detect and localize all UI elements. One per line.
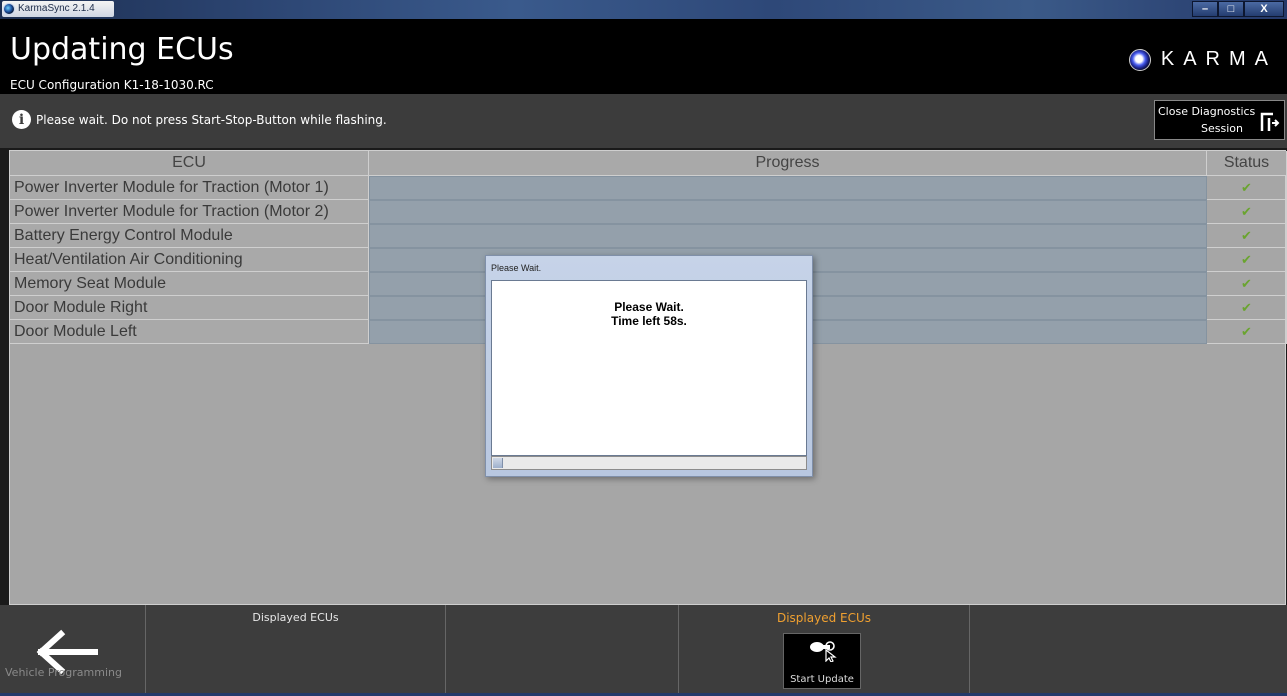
table-header: ECU Progress Status — [10, 151, 1287, 176]
page-title: Updating ECUs — [10, 32, 234, 67]
window-title: KarmaSync 2.1.4 — [18, 3, 95, 14]
status-check-icon: ✔ — [1207, 296, 1287, 320]
karma-logo: KARMA — [1128, 48, 1277, 71]
footer-empty-section — [446, 605, 679, 696]
close-diagnostics-label: Close Diagnostics — [1158, 105, 1256, 118]
app-icon — [3, 3, 15, 15]
footer-empty-section-right — [970, 605, 1287, 696]
please-wait-dialog[interactable]: Please Wait. Please Wait. Time left 58s. — [485, 255, 813, 477]
close-diagnostics-session-label: Session — [1201, 122, 1243, 135]
vehicle-programming-label: Vehicle Programming — [5, 666, 122, 679]
page-header: Updating ECUs ECU Configuration K1-18-10… — [0, 19, 1287, 94]
column-header-progress[interactable]: Progress — [369, 151, 1207, 176]
status-check-icon: ✔ — [1207, 224, 1287, 248]
window-titlebar: KarmaSync 2.1.4 – □ X — [0, 0, 1287, 19]
footer-toolbar: Vehicle Programming Displayed ECUs Displ… — [0, 605, 1287, 696]
maximize-button[interactable]: □ — [1218, 1, 1244, 17]
status-check-icon: ✔ — [1207, 320, 1287, 344]
dialog-progress-bar — [491, 456, 807, 470]
ecu-name: Battery Energy Control Module — [10, 224, 369, 248]
close-button[interactable]: X — [1244, 1, 1284, 17]
close-diagnostics-session-button[interactable]: Close Diagnostics Session — [1154, 100, 1285, 140]
status-check-icon: ✔ — [1207, 248, 1287, 272]
ecu-name: Power Inverter Module for Traction (Moto… — [10, 200, 369, 224]
status-check-icon: ✔ — [1207, 176, 1287, 200]
ecu-name: Door Module Left — [10, 320, 369, 344]
dialog-body: Please Wait. Time left 58s. — [491, 280, 807, 456]
column-header-ecu[interactable]: ECU — [10, 151, 369, 176]
ecu-name: Door Module Right — [10, 296, 369, 320]
column-header-status[interactable]: Status — [1207, 151, 1287, 176]
ecu-name: Heat/Ventilation Air Conditioning — [10, 248, 369, 272]
progress-bar — [369, 224, 1207, 248]
status-check-icon: ✔ — [1207, 272, 1287, 296]
progress-bar — [369, 200, 1207, 224]
info-message: Please wait. Do not press Start-Stop-But… — [36, 113, 387, 127]
vehicle-programming-button[interactable]: Vehicle Programming — [0, 605, 146, 696]
dialog-title: Please Wait. — [491, 263, 542, 273]
start-update-label: Start Update — [790, 674, 854, 685]
dialog-message: Please Wait. — [614, 300, 684, 314]
displayed-ecus-section-left: Displayed ECUs — [146, 605, 446, 696]
table-row[interactable]: Battery Energy Control Module ✔ — [10, 224, 1287, 248]
key-cursor-icon — [810, 641, 837, 662]
info-bar: i Please wait. Do not press Start-Stop-B… — [0, 94, 1287, 148]
exit-door-icon — [1260, 112, 1280, 131]
ecu-name: Memory Seat Module — [10, 272, 369, 296]
displayed-ecus-label: Displayed ECUs — [252, 611, 339, 624]
karma-logo-icon — [1128, 48, 1151, 71]
brand-name: KARMA — [1160, 48, 1277, 70]
displayed-ecus-label-active: Displayed ECUs — [776, 611, 872, 625]
dialog-time-left: Time left 58s. — [611, 314, 687, 328]
dialog-progress-fill — [493, 458, 504, 468]
progress-bar — [369, 176, 1207, 200]
displayed-ecus-section-right: Displayed ECUs Start Update — [679, 605, 970, 696]
minimize-button[interactable]: – — [1192, 1, 1218, 17]
status-check-icon: ✔ — [1207, 200, 1287, 224]
ecu-name: Power Inverter Module for Traction (Moto… — [10, 176, 369, 200]
table-row[interactable]: Power Inverter Module for Traction (Moto… — [10, 200, 1287, 224]
window-controls: – □ X — [1192, 1, 1284, 17]
info-icon: i — [12, 110, 31, 129]
start-update-button[interactable]: Start Update — [783, 633, 861, 689]
ecu-configuration-label: ECU Configuration K1-18-1030.RC — [10, 78, 214, 92]
table-row[interactable]: Power Inverter Module for Traction (Moto… — [10, 176, 1287, 200]
